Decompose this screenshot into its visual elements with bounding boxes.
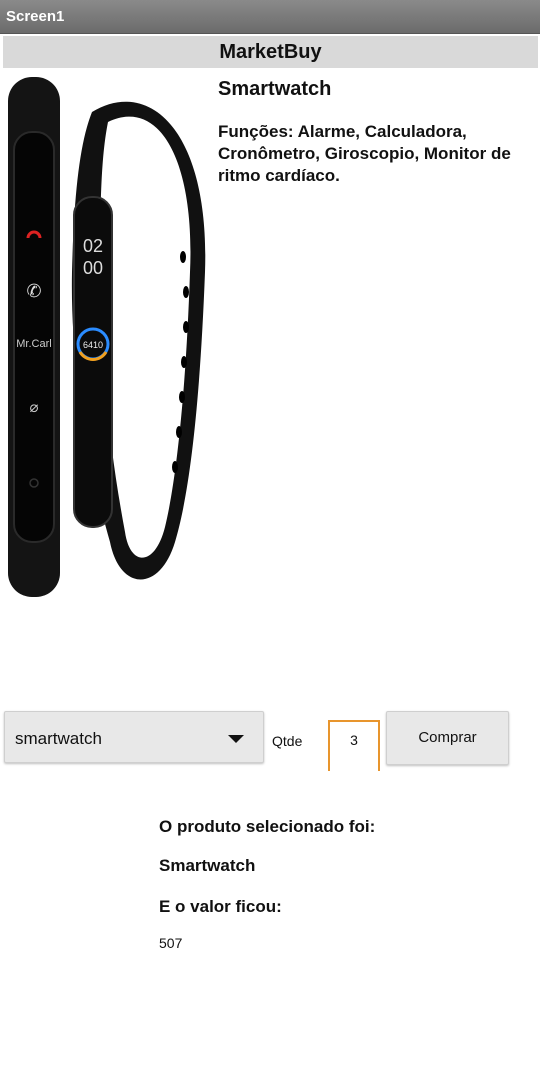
chevron-down-icon <box>228 735 244 743</box>
phone-call-icon: ✆ <box>26 281 41 302</box>
watch-steps: 6410 <box>83 340 103 350</box>
product-select[interactable]: smartwatch <box>4 711 264 763</box>
window-titlebar: Screen1 <box>0 0 540 34</box>
caller-name: Mr.Carl <box>16 338 51 350</box>
product-select-value: smartwatch <box>15 729 102 748</box>
band-left-screen <box>13 131 55 543</box>
app-header-title: MarketBuy <box>3 36 538 68</box>
watch-time-minute: 00 <box>83 258 103 278</box>
total-value-label: E o valor ficou: <box>159 897 282 916</box>
smartwatch-band-image: ✆ Mr.Carl ⌀ 02 00 6410 <box>8 77 206 597</box>
mute-icon: ⌀ <box>29 398 38 416</box>
product-description: Funções: Alarme, Calculadora, Cronômetro… <box>218 122 511 185</box>
watch-time-hour: 02 <box>83 236 103 256</box>
selected-product-value: Smartwatch <box>159 856 256 875</box>
quantity-input[interactable]: 3 <box>328 720 380 771</box>
window-title: Screen1 <box>6 8 65 25</box>
quantity-label: Qtde <box>272 733 303 749</box>
selected-product-label: O produto selecionado foi: <box>159 817 376 836</box>
product-title: Smartwatch <box>218 78 332 100</box>
buy-button[interactable]: Comprar <box>386 711 509 765</box>
total-value: 507 <box>159 935 183 951</box>
